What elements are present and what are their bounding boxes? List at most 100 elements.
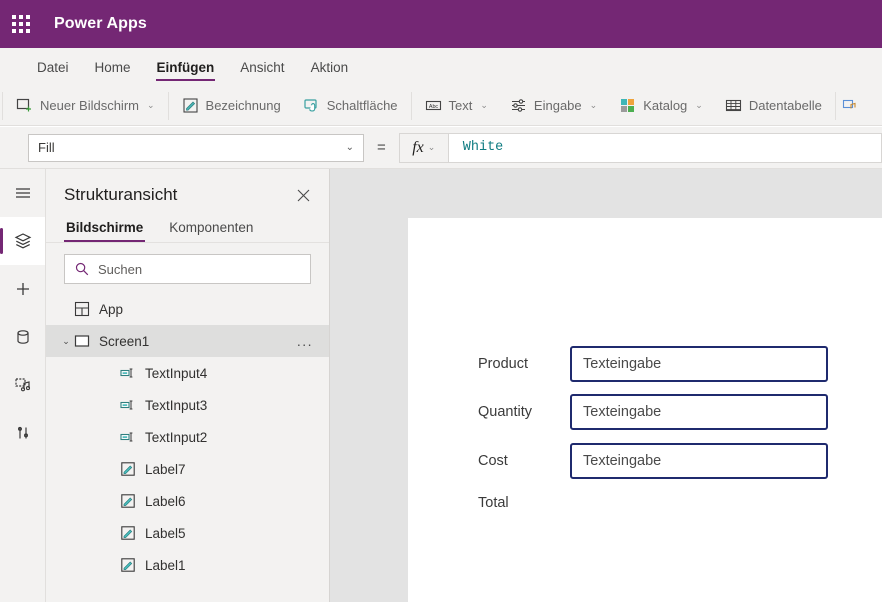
toolbar-divider [834,91,836,120]
input-text: Texteingabe [583,356,662,372]
overflow-menu-icon[interactable]: ... [297,333,313,349]
text-input-icon [120,432,133,442]
chevron-down-icon[interactable]: ⌄ [58,336,74,347]
toolbar-label: Text [448,98,473,113]
menu-item-ansicht[interactable]: Ansicht [227,48,297,86]
label-pencil-icon [182,98,198,113]
rail-insert-button[interactable] [0,265,45,313]
tree-item-label6[interactable]: Label6 [46,485,329,517]
formula-bar: Fill ⌄ = fx ⌄ White [0,127,882,169]
button-click-icon [304,99,317,112]
menu-item-home[interactable]: Home [82,48,144,86]
menu-item-datei[interactable]: Datei [24,48,82,86]
tree-item-label5[interactable]: Label5 [46,517,329,549]
canvas-row-product: Product Texteingabe [478,346,828,382]
toolbar-label: Datentabelle [748,98,822,113]
menu-item-einfuegen[interactable]: Einfügen [144,48,228,86]
tab-bildschirme[interactable]: Bildschirme [64,213,146,242]
toolbar-divider [2,91,3,120]
tree-item-label: Label1 [145,557,186,573]
tree-item-textinput4[interactable]: TextInput4 [46,357,329,389]
canvas-label-quantity[interactable]: Quantity [478,404,570,420]
component-tree: App ⌄ Screen1 ... TextInput4 TextInput3 … [46,293,329,602]
button-control-button[interactable]: Schaltfläche [292,90,409,122]
property-name: Fill [38,140,55,155]
more-controls-button[interactable] [838,90,863,122]
data-table-button[interactable]: Datentabelle [714,90,833,122]
rail-tree-view-button[interactable] [0,217,45,265]
label-button[interactable]: Bezeichnung [171,90,292,122]
rail-hamburger-button[interactable] [0,169,45,217]
insert-toolbar: Neuer Bildschirm ⌄ Bezeichnung Schaltflä… [0,86,882,126]
canvas-input-cost[interactable]: Texteingabe [570,443,828,479]
gallery-button[interactable]: Katalog ⌄ [608,90,714,122]
tree-panel-header: Strukturansicht [46,169,329,213]
label-pencil-icon [121,526,135,540]
tree-item-label: TextInput3 [145,397,208,413]
tree-item-label: TextInput2 [145,429,208,445]
tree-item-label: Label5 [145,525,186,541]
tree-item-textinput2[interactable]: TextInput2 [46,421,329,453]
tab-komponenten[interactable]: Komponenten [167,213,255,242]
canvas-input-product[interactable]: Texteingabe [570,346,828,382]
input-text: Texteingabe [583,404,662,420]
menu-label: Einfügen [156,59,215,75]
left-icon-rail [0,169,46,602]
menu-label: Ansicht [240,59,285,75]
text-input-icon [120,368,133,378]
canvas-input-quantity[interactable]: Texteingabe [570,394,828,430]
canvas-label-product[interactable]: Product [478,356,570,372]
menu-item-aktion[interactable]: Aktion [298,48,362,86]
tree-item-label7[interactable]: Label7 [46,453,329,485]
toolbar-label: Katalog [643,98,688,113]
search-box[interactable] [64,254,311,284]
text-input-icon [120,400,133,410]
tree-view-panel: Strukturansicht Bildschirme Komponenten [46,169,330,602]
canvas-label-cost[interactable]: Cost [478,453,570,469]
property-dropdown[interactable]: Fill ⌄ [28,133,364,162]
fx-dropdown-button[interactable]: fx ⌄ [398,132,449,163]
input-button[interactable]: Eingabe ⌄ [499,90,608,122]
new-screen-button[interactable]: Neuer Bildschirm ⌄ [5,90,166,122]
canvas-row-quantity: Quantity Texteingabe [478,394,828,430]
tree-item-label: Screen1 [99,333,150,349]
power-apps-studio: Power Apps Datei Home Einfügen Ansicht A… [0,0,882,602]
top-app-bar: Power Apps [0,0,882,48]
input-sliders-icon [511,99,525,112]
app-canvas[interactable]: Product Texteingabe Quantity Texteingabe… [408,218,882,602]
tree-view-layers-icon [14,233,31,249]
search-input[interactable] [98,261,300,277]
rail-media-button[interactable] [0,361,45,409]
fx-icon: fx [412,138,424,156]
rail-data-button[interactable] [0,313,45,361]
screen-icon [74,335,90,347]
tree-item-label1[interactable]: Label1 [46,549,329,581]
svg-text:Abc: Abc [428,104,438,110]
tree-item-label: App [99,301,124,317]
canvas-label-total[interactable]: Total [478,495,570,511]
chevron-down-icon: ⌄ [427,142,436,152]
panel-title: Strukturansicht [64,185,178,204]
formula-input[interactable]: White [448,132,882,163]
chevron-down-icon: ⌄ [695,100,703,110]
toolbar-divider [167,91,169,120]
toolbar-label: Neuer Bildschirm [40,98,139,113]
toolbar-divider [410,91,412,120]
app-title: Power Apps [54,15,147,32]
equals-sign: = [377,139,386,156]
media-icon [14,378,30,392]
close-icon[interactable] [291,183,315,207]
label-pencil-icon [121,494,135,508]
chevron-down-icon: ⌄ [480,100,488,110]
text-button[interactable]: Abc Text ⌄ [414,90,499,122]
hamburger-menu-icon [15,188,30,198]
app-launcher-grid-icon[interactable] [10,13,32,35]
tree-item-app[interactable]: App [46,293,329,325]
data-cylinder-icon [16,330,29,344]
tree-item-textinput3[interactable]: TextInput3 [46,389,329,421]
rail-advanced-button[interactable] [0,409,45,457]
tree-item-label: Label7 [145,461,186,477]
tree-item-screen1[interactable]: ⌄ Screen1 ... [46,325,329,357]
toolbar-label: Schaltfläche [326,98,398,113]
menu-label: Home [94,59,131,75]
